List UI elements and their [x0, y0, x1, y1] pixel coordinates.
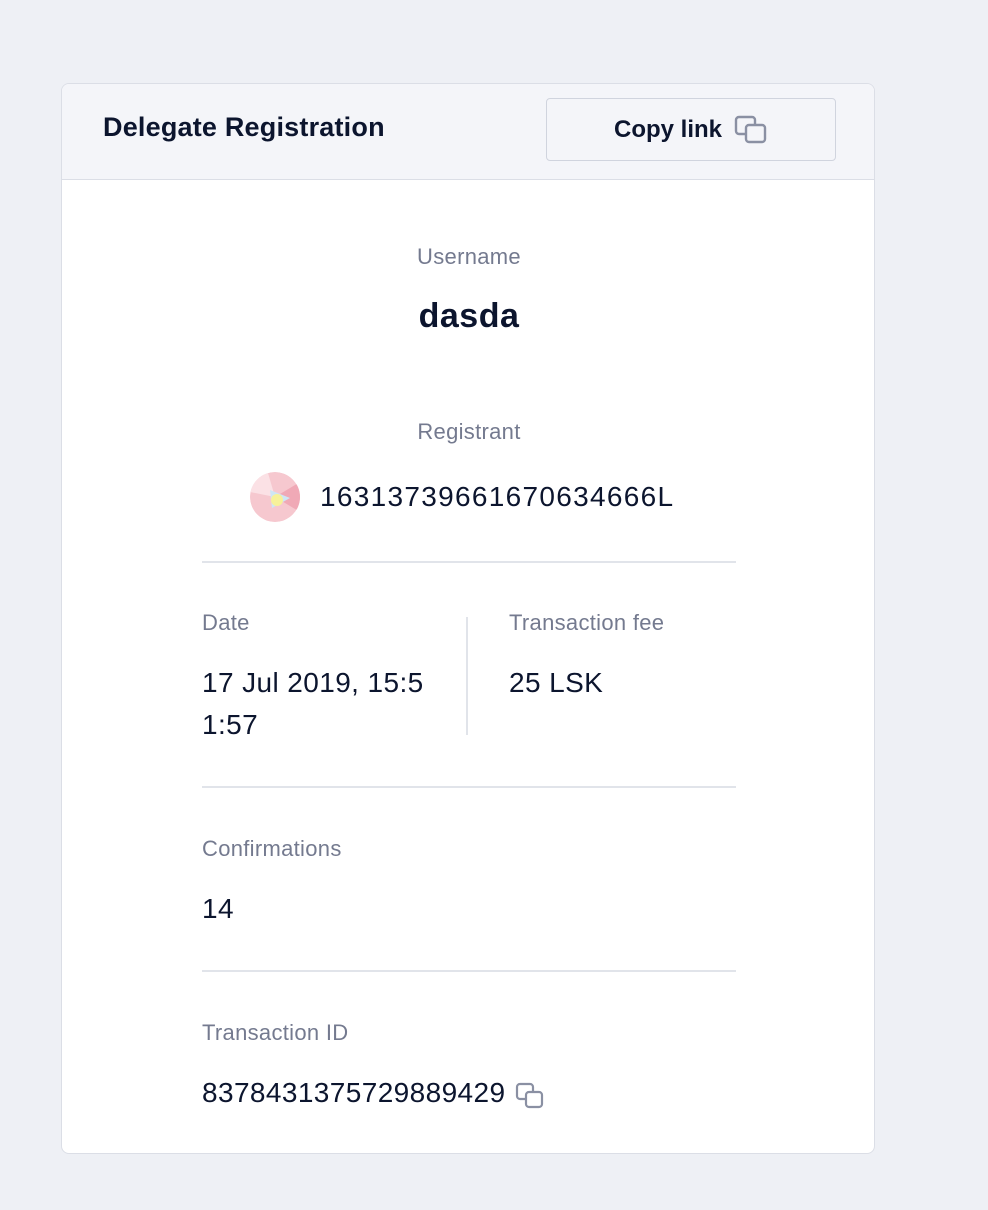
transaction-id-label: Transaction ID — [202, 1020, 349, 1045]
date-value-line2: 1:57 — [202, 709, 259, 740]
transaction-id-row: 8378431375729889429 — [202, 1072, 545, 1114]
divider — [202, 786, 736, 788]
transaction-id-value: 8378431375729889429 — [202, 1077, 506, 1108]
registrant-section: Registrant — [62, 419, 874, 445]
date-label: Date — [202, 610, 250, 635]
registrant-address[interactable]: 16313739661670634666L — [320, 481, 674, 513]
copy-link-button[interactable]: Copy link — [546, 98, 836, 161]
copy-link-label: Copy link — [613, 115, 722, 143]
account-avatar-icon[interactable] — [250, 472, 300, 522]
page-title: Delegate Registration — [103, 112, 385, 142]
username-label: Username — [417, 244, 521, 269]
username-value-wrap: dasda — [62, 297, 874, 336]
transaction-details-card: Delegate Registration Copy link Username… — [61, 83, 875, 1154]
registrant-row: 16313739661670634666L — [250, 471, 674, 523]
fee-value: 25 LSK — [509, 667, 604, 698]
username-value: dasda — [418, 297, 520, 335]
copy-icon[interactable] — [515, 1082, 545, 1110]
fee-label: Transaction fee — [509, 610, 665, 635]
date-value-line1: 17 Jul 2019, 15:5 — [202, 667, 424, 698]
username-section: Username — [62, 244, 874, 270]
divider — [202, 561, 736, 563]
card-header: Delegate Registration Copy link — [62, 84, 874, 180]
copy-icon — [734, 115, 768, 145]
divider — [202, 970, 736, 972]
registrant-label: Registrant — [417, 419, 521, 444]
vertical-divider — [466, 617, 468, 735]
confirmations-label: Confirmations — [202, 836, 342, 861]
date-value: 17 Jul 2019, 15:5 1:57 — [202, 662, 452, 746]
confirmations-value: 14 — [202, 893, 234, 924]
